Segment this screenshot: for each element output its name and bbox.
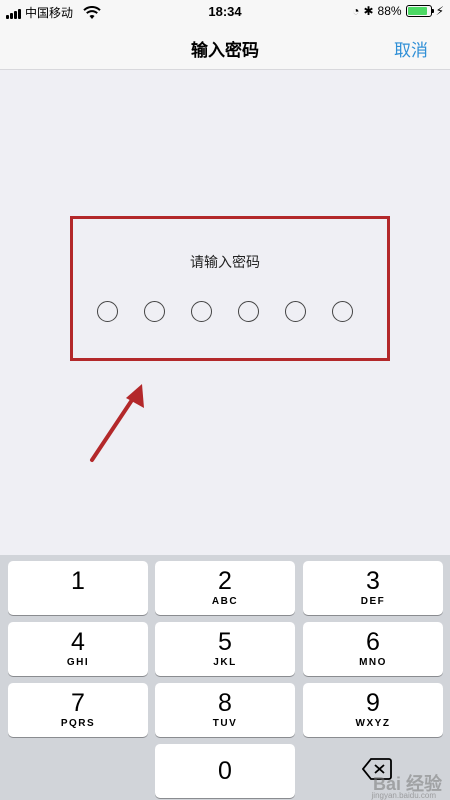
- key-digit: 9: [366, 689, 380, 717]
- key-letters: PQRS: [60, 718, 96, 729]
- key-9[interactable]: 9 WXYZ: [303, 683, 443, 737]
- arrow-icon: [90, 384, 144, 462]
- highlight-box: [70, 216, 390, 361]
- key-digit: 0: [218, 757, 232, 785]
- status-right: ◔ ✱ 88% ⚡: [352, 4, 444, 18]
- key-letters: ABC: [211, 596, 239, 607]
- key-digit: 6: [366, 628, 380, 656]
- key-5[interactable]: 5 JKL: [155, 622, 295, 676]
- orientation-lock-icon: ◔: [352, 4, 360, 18]
- key-2[interactable]: 2 ABC: [155, 561, 295, 615]
- key-3[interactable]: 3 DEF: [303, 561, 443, 615]
- battery-percent: 88%: [377, 4, 402, 18]
- charging-icon: ⚡: [435, 4, 444, 18]
- key-digit: 3: [366, 567, 380, 595]
- key-letters: WXYZ: [355, 718, 391, 729]
- key-6[interactable]: 6 MNO: [303, 622, 443, 676]
- key-letters: GHI: [66, 657, 90, 668]
- key-digit: 4: [71, 628, 85, 656]
- key-letters: DEF: [360, 596, 386, 607]
- key-0[interactable]: 0: [155, 744, 295, 798]
- battery-icon: [405, 5, 434, 17]
- key-letters: JKL: [213, 657, 237, 668]
- key-digit: 8: [218, 689, 232, 717]
- key-digit: 2: [218, 567, 232, 595]
- bluetooth-icon: ✱: [363, 4, 374, 18]
- key-digit: 1: [71, 567, 85, 595]
- status-bar: 中国移动 18:34 ◔ ✱ 88% ⚡: [0, 0, 450, 24]
- watermark-url: jingyan.baidu.com: [371, 791, 436, 800]
- key-digit: 5: [218, 628, 232, 656]
- key-1[interactable]: 1: [8, 561, 148, 615]
- key-letters: TUV: [212, 718, 238, 729]
- number-keypad: 0 9 WXYZ 8 TUV 7 PQRS 6 MNO 5 JKL 4 GHI 3 DEF 2 ABC 1: [0, 555, 450, 800]
- cancel-button[interactable]: 取消: [394, 36, 428, 61]
- key-7[interactable]: 7 PQRS: [8, 683, 148, 737]
- key-digit: 7: [71, 689, 85, 717]
- key-8[interactable]: 8 TUV: [155, 683, 295, 737]
- nav-bar: 输入密码 取消: [0, 24, 450, 70]
- key-4[interactable]: 4 GHI: [8, 622, 148, 676]
- battery-fill: [407, 7, 427, 15]
- page-title: 输入密码: [191, 41, 259, 60]
- key-letters: MNO: [359, 657, 387, 668]
